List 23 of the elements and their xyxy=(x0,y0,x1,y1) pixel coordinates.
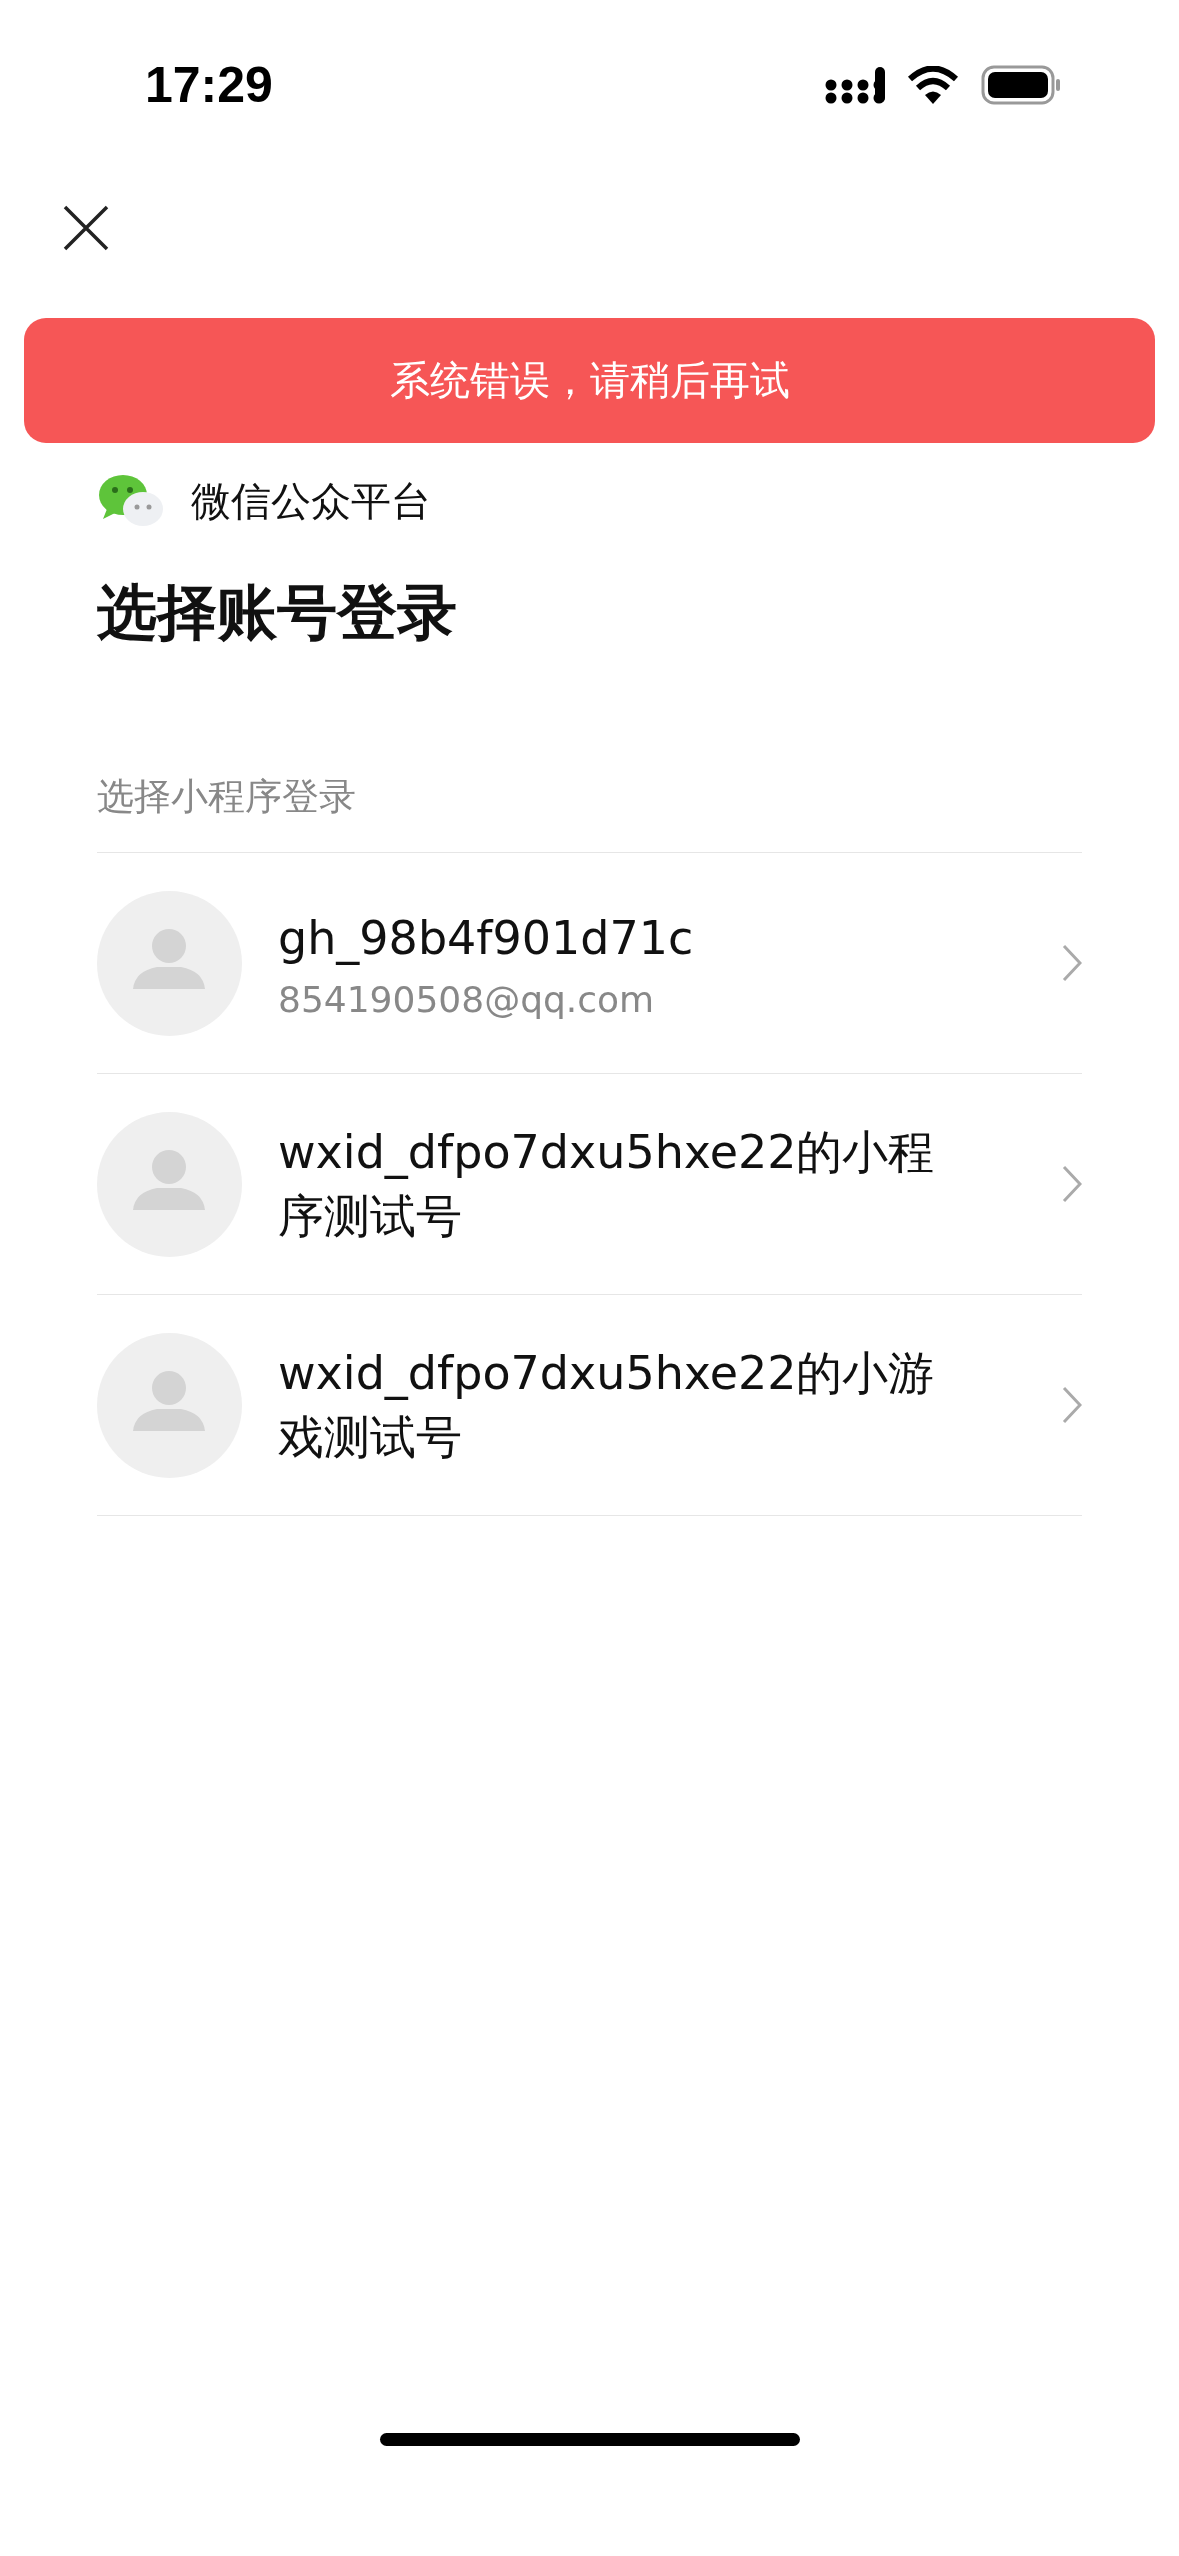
chevron-right-icon xyxy=(1062,1386,1082,1424)
account-item[interactable]: wxid_dfpo7dxu5hxe22的小程序测试号 xyxy=(97,1074,1082,1295)
battery-icon xyxy=(981,65,1061,105)
toast-message: 系统错误，请稍后再试 xyxy=(389,356,790,405)
account-name: wxid_dfpo7dxu5hxe22的小游戏测试号 xyxy=(278,1344,936,1466)
platform-name: 微信公众平台 xyxy=(191,476,431,526)
status-time: 17:29 xyxy=(145,56,273,114)
wifi-icon xyxy=(907,66,959,104)
account-item[interactable]: gh_98b4f901d71c 854190508@qq.com xyxy=(97,853,1082,1074)
section-label: 选择小程序登录 xyxy=(97,772,1082,853)
chevron-right-icon xyxy=(1062,1165,1082,1203)
signal-icon xyxy=(825,65,885,105)
chat-bubbles-icon xyxy=(97,473,165,529)
avatar-icon xyxy=(97,1111,242,1257)
account-name: wxid_dfpo7dxu5hxe22的小程序测试号 xyxy=(278,1123,936,1245)
page-title: 选择账号登录 xyxy=(97,576,458,649)
avatar-icon xyxy=(97,1332,242,1478)
account-item[interactable]: wxid_dfpo7dxu5hxe22的小游戏测试号 xyxy=(97,1295,1082,1516)
avatar-icon xyxy=(97,890,242,1036)
account-name: gh_98b4f901d71c xyxy=(278,910,695,968)
account-email: 854190508@qq.com xyxy=(278,978,656,1020)
chevron-right-icon xyxy=(1062,944,1082,982)
close-button[interactable] xyxy=(62,203,110,252)
